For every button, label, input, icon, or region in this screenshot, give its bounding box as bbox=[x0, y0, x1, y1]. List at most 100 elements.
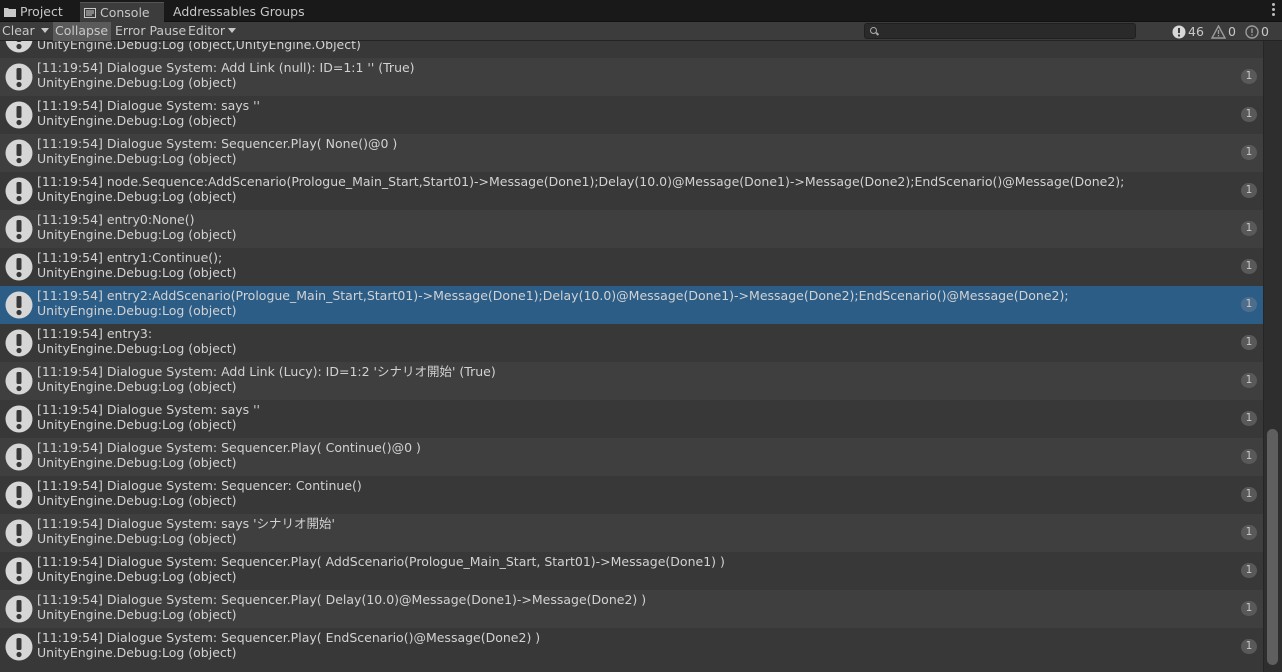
collapse-count-badge: 1 bbox=[1241, 411, 1257, 426]
clear-button[interactable]: Clear bbox=[0, 22, 37, 41]
more-options-icon[interactable] bbox=[1272, 3, 1276, 17]
vertical-scrollbar[interactable] bbox=[1263, 41, 1282, 672]
info-icon bbox=[1172, 25, 1186, 39]
log-stacktrace: UnityEngine.Debug:Log (object) bbox=[37, 569, 237, 584]
tab-addressables-groups[interactable]: Addressables Groups bbox=[169, 2, 309, 22]
tab-project-label: Project bbox=[20, 4, 63, 19]
clear-button-label: Clear bbox=[2, 23, 35, 38]
log-stacktrace: UnityEngine.Debug:Log (object) bbox=[37, 113, 237, 128]
log-stacktrace: UnityEngine.Debug:Log (object) bbox=[37, 227, 237, 242]
log-message: [11:19:54] entry2:AddScenario(Prologue_M… bbox=[37, 288, 1069, 303]
tab-console[interactable]: Console bbox=[80, 2, 164, 22]
log-message: [11:19:54] entry1:Continue(); bbox=[37, 250, 223, 265]
collapse-count-badge: 1 bbox=[1241, 183, 1257, 198]
error-pause-toggle[interactable]: Error Pause bbox=[113, 22, 188, 41]
warning-icon bbox=[1210, 24, 1227, 39]
chevron-down-icon bbox=[228, 28, 236, 33]
collapse-count-badge: 1 bbox=[1241, 297, 1257, 312]
tab-project[interactable]: Project bbox=[0, 2, 78, 22]
log-entry[interactable]: [11:19:54] Dialogue System: Add Link (Lu… bbox=[0, 362, 1263, 400]
search-icon bbox=[870, 27, 877, 34]
tab-addressables-label: Addressables Groups bbox=[173, 4, 305, 19]
collapse-count-badge: 1 bbox=[1241, 487, 1257, 502]
collapse-count-badge: 1 bbox=[1241, 449, 1257, 464]
log-message: [11:19:54] Dialogue System: says '' bbox=[37, 98, 260, 113]
log-stacktrace: UnityEngine.Debug:Log (object) bbox=[37, 265, 237, 280]
editor-dropdown[interactable]: Editor bbox=[186, 22, 238, 41]
info-icon bbox=[5, 215, 33, 243]
log-message: [11:19:54] node.Sequence:AddScenario(Pro… bbox=[37, 174, 1125, 189]
collapse-toggle[interactable]: Collapse bbox=[53, 22, 111, 41]
log-entry[interactable]: [11:19:54] Dialogue System: Sequencer.Pl… bbox=[0, 438, 1263, 476]
log-message: [11:19:54] entry3: bbox=[37, 326, 153, 341]
search-field[interactable] bbox=[864, 23, 1136, 39]
collapse-count-badge: 1 bbox=[1241, 69, 1257, 84]
info-icon bbox=[5, 405, 33, 433]
collapse-count-badge: 1 bbox=[1241, 525, 1257, 540]
error-pause-label: Error Pause bbox=[115, 23, 187, 38]
info-icon bbox=[5, 633, 33, 661]
log-message: [11:19:54] Dialogue System: Sequencer.Pl… bbox=[37, 630, 541, 645]
log-entry[interactable]: [11:19:54] Dialogue System: says 'シナリオ開始… bbox=[0, 514, 1263, 552]
console-toolbar: Clear Collapse Error Pause Editor 46 0 0 bbox=[0, 22, 1282, 41]
collapse-count-badge: 1 bbox=[1241, 373, 1257, 388]
log-entry[interactable]: [11:19:54] Dialogue System: Sequencer.Pl… bbox=[0, 628, 1263, 666]
search-input[interactable] bbox=[881, 24, 1131, 38]
log-entry[interactable]: [11:19:54] Dialogue System: Sequencer.Pl… bbox=[0, 590, 1263, 628]
log-stacktrace: UnityEngine.Debug:Log (object) bbox=[37, 531, 237, 546]
log-message: [11:19:54] Dialogue System: Sequencer.Pl… bbox=[37, 136, 398, 151]
info-icon bbox=[5, 177, 33, 205]
log-message: [11:19:54] Dialogue System: Sequencer.Pl… bbox=[37, 440, 421, 455]
log-stacktrace: UnityEngine.Debug:Log (object) bbox=[37, 493, 237, 508]
log-entry[interactable]: [11:19:54] node.Sequence:AddScenario(Pro… bbox=[0, 172, 1263, 210]
log-entry[interactable]: [11:19:54] Dialogue System: Add Link (nu… bbox=[0, 58, 1263, 96]
log-message: [11:19:54] Dialogue System: Sequencer.Pl… bbox=[37, 554, 725, 569]
log-stacktrace: UnityEngine.Debug:Log (object) bbox=[37, 417, 237, 432]
error-count-toggle[interactable]: 0 bbox=[1245, 22, 1269, 41]
scrollbar-thumb[interactable] bbox=[1267, 429, 1278, 665]
collapse-count-badge: 1 bbox=[1241, 107, 1257, 122]
clear-options-dropdown[interactable] bbox=[36, 22, 50, 41]
collapse-count-badge: 1 bbox=[1241, 259, 1257, 274]
log-entry[interactable]: [11:19:54] Dialogue System: says '' Unity… bbox=[0, 96, 1263, 134]
log-entry[interactable]: [11:19:54] Dialogue System: Sequencer.Pl… bbox=[0, 552, 1263, 590]
log-stacktrace: UnityEngine.Debug:Log (object) bbox=[37, 455, 237, 470]
log-entry[interactable]: [11:19:54] Dialogue System: says '' Unity… bbox=[0, 400, 1263, 438]
log-count-toggle[interactable]: 46 bbox=[1172, 22, 1204, 41]
info-icon bbox=[5, 139, 33, 167]
collapse-count-badge: 1 bbox=[1241, 601, 1257, 616]
log-entry[interactable]: [11:19:54] Dialogue System: Sequencer: C… bbox=[0, 476, 1263, 514]
collapse-count-badge: 1 bbox=[1241, 145, 1257, 160]
collapse-count-badge: 1 bbox=[1241, 563, 1257, 578]
log-entry[interactable]: [11:19:54] entry2:AddScenario(Prologue_M… bbox=[0, 286, 1263, 324]
warning-count: 0 bbox=[1228, 24, 1236, 39]
info-icon bbox=[5, 41, 33, 53]
log-message: [11:19:54] entry0:None() bbox=[37, 212, 195, 227]
info-icon bbox=[5, 557, 33, 585]
log-stacktrace: UnityEngine.Debug:Log (object) bbox=[37, 151, 237, 166]
collapse-count-badge: 1 bbox=[1241, 335, 1257, 350]
console-log-list[interactable]: UnityEngine.Debug:Log (object,UnityEngin… bbox=[0, 41, 1263, 672]
log-stacktrace: UnityEngine.Debug:Log (object) bbox=[37, 341, 237, 356]
editor-dropdown-label: Editor bbox=[188, 23, 225, 38]
log-stacktrace: UnityEngine.Debug:Log (object) bbox=[37, 75, 237, 90]
info-icon bbox=[5, 481, 33, 509]
log-entry[interactable]: [11:19:54] entry3: UnityEngine.Debug:Log … bbox=[0, 324, 1263, 362]
window-tab-bar: Project Console Addressables Groups bbox=[0, 0, 1282, 22]
log-message: [11:19:54] Dialogue System: Sequencer.Pl… bbox=[37, 592, 647, 607]
log-entry[interactable]: [11:19:54] entry1:Continue(); UnityEngine… bbox=[0, 248, 1263, 286]
log-stacktrace: UnityEngine.Debug:Log (object) bbox=[37, 303, 237, 318]
log-message: [11:19:54] Dialogue System: says '' bbox=[37, 402, 260, 417]
log-entry[interactable]: UnityEngine.Debug:Log (object,UnityEngin… bbox=[0, 41, 1263, 58]
log-entry[interactable]: [11:19:54] Dialogue System: Sequencer.Pl… bbox=[0, 134, 1263, 172]
folder-icon bbox=[4, 8, 16, 17]
collapse-count-badge: 1 bbox=[1241, 639, 1257, 654]
info-icon bbox=[5, 367, 33, 395]
warning-count-toggle[interactable]: 0 bbox=[1210, 22, 1236, 41]
log-entry[interactable]: [11:19:54] entry0:None() UnityEngine.Debu… bbox=[0, 210, 1263, 248]
log-stacktrace: UnityEngine.Debug:Log (object,UnityEngin… bbox=[37, 41, 361, 52]
log-message: [11:19:54] Dialogue System: Add Link (nu… bbox=[37, 60, 415, 75]
info-icon bbox=[5, 101, 33, 129]
info-icon bbox=[5, 63, 33, 91]
log-message: [11:19:54] Dialogue System: Sequencer: C… bbox=[37, 478, 362, 493]
